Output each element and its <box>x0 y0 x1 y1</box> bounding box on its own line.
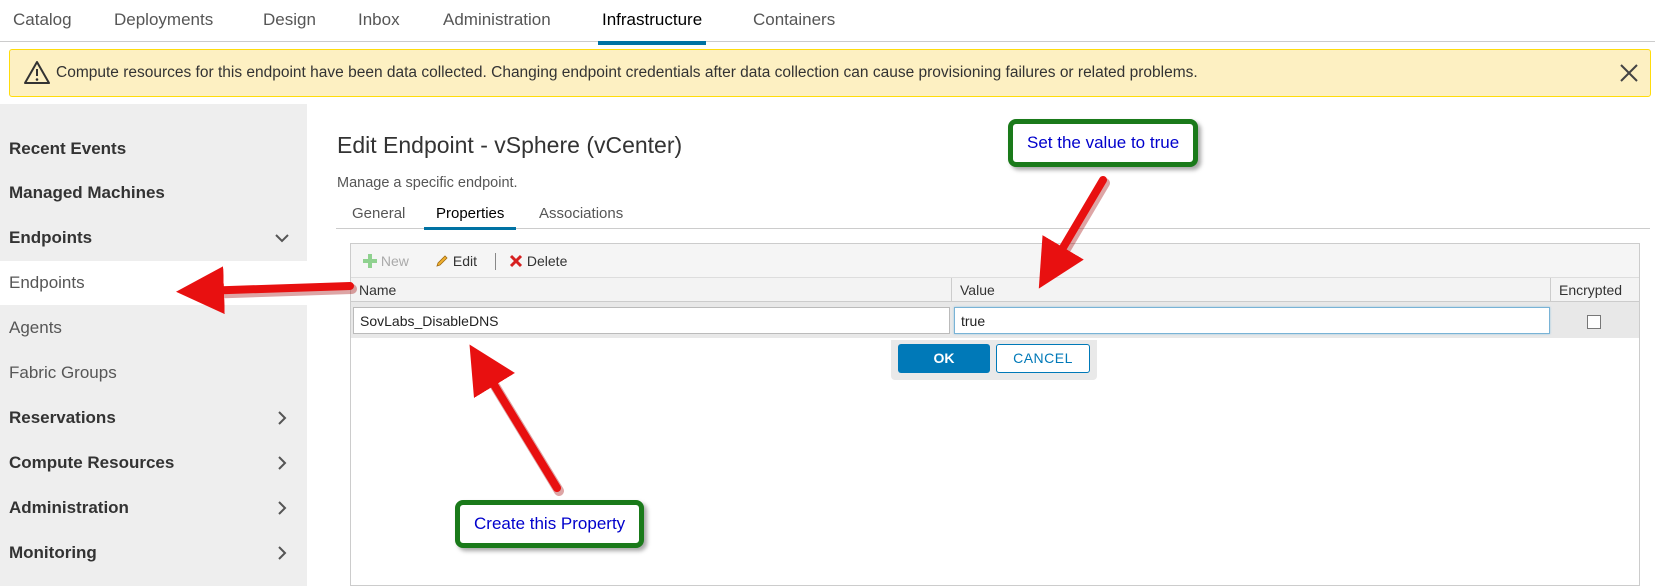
tab-infrastructure[interactable]: Infrastructure <box>598 10 707 45</box>
delete-x-icon <box>509 254 523 268</box>
chevron-down-icon <box>275 234 289 243</box>
chevron-right-icon <box>278 501 287 515</box>
sidebar-item-compute-resources[interactable]: Compute Resources <box>0 441 307 485</box>
sidebar-item-administration[interactable]: Administration <box>0 486 307 530</box>
sidebar-item-agents[interactable]: Agents <box>0 306 307 350</box>
sidebar-item-endpoints[interactable]: Endpoints <box>0 261 307 305</box>
warning-icon <box>24 61 50 84</box>
property-value-input[interactable] <box>954 307 1550 334</box>
tab-associations[interactable]: Associations <box>539 205 623 227</box>
tab-general[interactable]: General <box>352 205 405 227</box>
new-button[interactable]: New <box>363 253 409 269</box>
toolbar-divider <box>495 253 496 270</box>
chevron-right-icon <box>278 546 287 560</box>
chevron-right-icon <box>278 411 287 425</box>
grid-header: Name Value Encrypted <box>351 278 1639 302</box>
callout-create-property: Create this Property <box>455 500 645 548</box>
warning-alert: Compute resources for this endpoint have… <box>9 49 1651 97</box>
sidebar-item-recent-events[interactable]: Recent Events <box>0 127 307 171</box>
property-name-input[interactable] <box>353 307 950 334</box>
grid-toolbar: New Edit Delete <box>351 244 1639 278</box>
tab-catalog[interactable]: Catalog <box>13 10 72 41</box>
table-row <box>351 302 1639 338</box>
column-encrypted[interactable]: Encrypted <box>1551 278 1641 302</box>
sidebar-item-endpoints-group[interactable]: Endpoints <box>0 216 307 260</box>
cancel-button[interactable]: CANCEL <box>996 344 1090 373</box>
encrypted-checkbox[interactable] <box>1587 315 1601 329</box>
tab-properties[interactable]: Properties <box>424 205 517 230</box>
plus-icon <box>363 254 377 268</box>
alert-message: Compute resources for this endpoint have… <box>56 64 1198 81</box>
sidebar: Recent Events Managed Machines Endpoints… <box>0 104 307 586</box>
tab-design[interactable]: Design <box>263 10 316 41</box>
page-subtitle: Manage a specific endpoint. <box>337 175 518 191</box>
page-title: Edit Endpoint - vSphere (vCenter) <box>337 132 683 158</box>
sidebar-item-managed-machines[interactable]: Managed Machines <box>0 171 307 215</box>
ok-button[interactable]: OK <box>898 344 990 373</box>
callout-set-value: Set the value to true <box>1008 119 1199 167</box>
row-edit-actions: OK CANCEL <box>891 340 1097 380</box>
pencil-icon <box>436 255 448 267</box>
tab-administration[interactable]: Administration <box>443 10 551 41</box>
sidebar-item-monitoring[interactable]: Monitoring <box>0 531 307 575</box>
edit-button[interactable]: Edit <box>435 253 477 269</box>
tab-deployments[interactable]: Deployments <box>114 10 213 41</box>
sidebar-item-reservations[interactable]: Reservations <box>0 396 307 440</box>
tab-containers[interactable]: Containers <box>753 10 835 41</box>
chevron-right-icon <box>278 456 287 470</box>
column-value[interactable]: Value <box>952 278 1551 302</box>
sidebar-item-fabric-groups[interactable]: Fabric Groups <box>0 351 307 395</box>
delete-button[interactable]: Delete <box>509 253 567 269</box>
close-icon[interactable] <box>1616 60 1642 86</box>
endpoint-tabs: General Properties Associations <box>336 205 1650 230</box>
top-navigation: Catalog Deployments Design Inbox Adminis… <box>0 0 1655 45</box>
column-name[interactable]: Name <box>351 278 952 302</box>
tab-inbox[interactable]: Inbox <box>358 10 400 41</box>
